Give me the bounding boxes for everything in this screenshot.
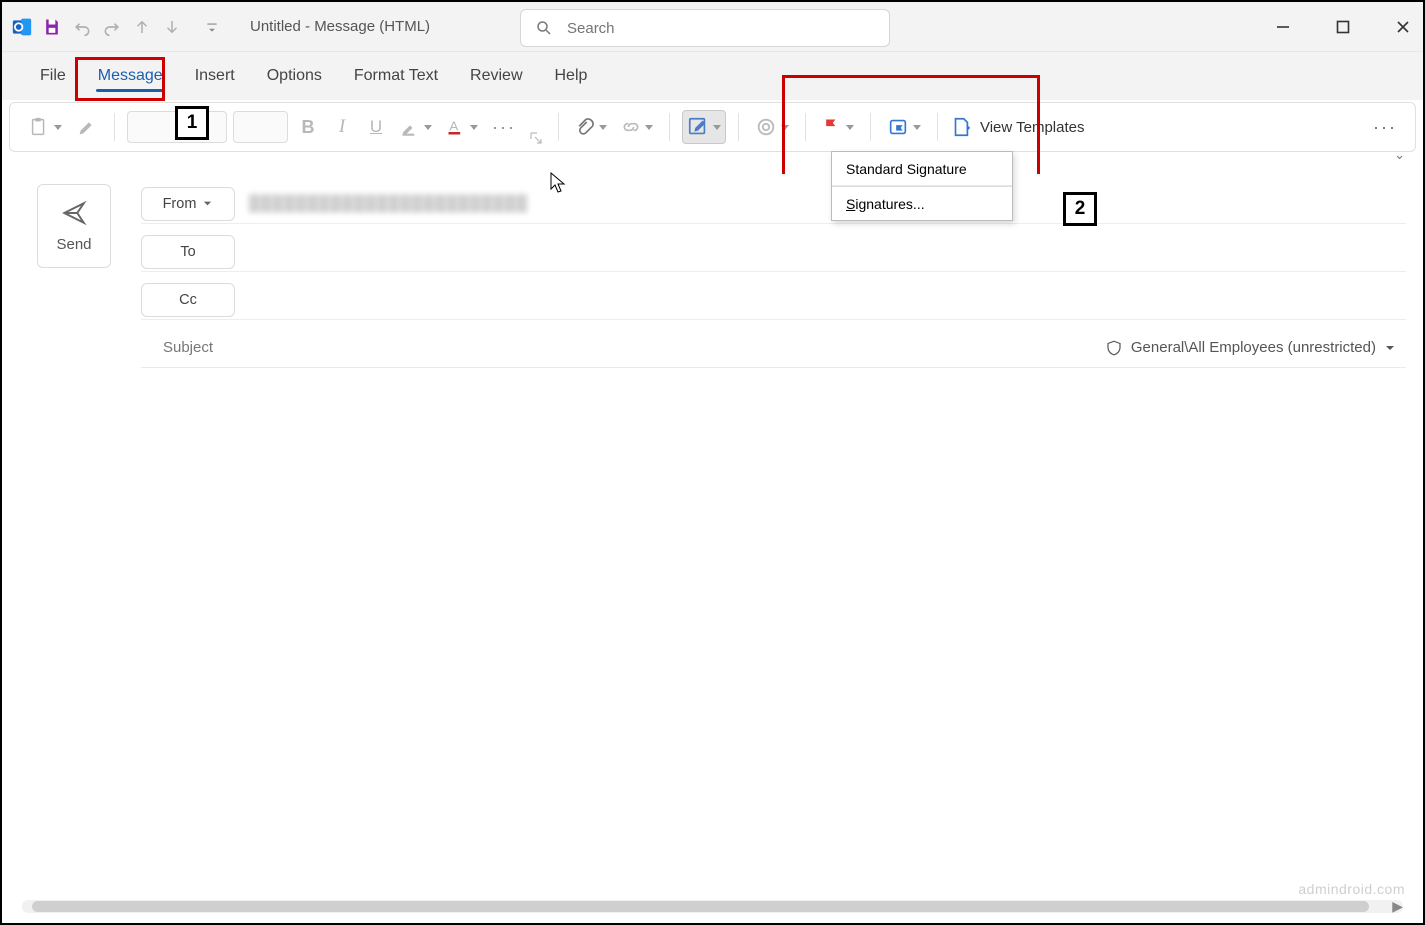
link-button[interactable] xyxy=(617,110,657,144)
tab-insert[interactable]: Insert xyxy=(179,59,251,93)
window-title: Untitled - Message (HTML) xyxy=(250,18,430,35)
chevron-down-icon xyxy=(1384,342,1396,354)
signature-button[interactable] xyxy=(682,110,726,144)
tab-format-text[interactable]: Format Text xyxy=(338,59,454,93)
arrow-down-icon[interactable] xyxy=(162,17,182,37)
ribbon-more-icon[interactable]: ··· xyxy=(1369,110,1401,144)
save-icon[interactable] xyxy=(42,17,62,37)
tab-review[interactable]: Review xyxy=(454,59,538,93)
follow-up-flag-button[interactable] xyxy=(818,110,858,144)
quick-access-toolbar xyxy=(12,17,222,37)
menu-tabs: File Message Insert Options Format Text … xyxy=(2,52,1423,100)
more-format-icon[interactable]: ··· xyxy=(488,110,520,144)
scroll-right-icon[interactable]: ▶ xyxy=(1392,898,1403,915)
font-size-select[interactable] xyxy=(233,111,288,143)
paste-button[interactable] xyxy=(24,110,66,144)
tab-message[interactable]: Message xyxy=(82,59,179,93)
view-templates-label: View Templates xyxy=(980,119,1085,136)
to-button[interactable]: To xyxy=(141,235,235,269)
loop-button[interactable] xyxy=(751,110,793,144)
qat-customize-icon[interactable] xyxy=(202,17,222,37)
highlight-button[interactable] xyxy=(396,110,436,144)
italic-button[interactable]: I xyxy=(328,110,356,144)
send-button[interactable]: Send xyxy=(37,184,111,268)
font-color-button[interactable]: A xyxy=(442,110,482,144)
send-label: Send xyxy=(56,236,91,253)
svg-text:A: A xyxy=(449,118,458,133)
shield-icon xyxy=(1105,339,1123,357)
message-body[interactable] xyxy=(31,368,1406,798)
subject-label: Subject xyxy=(141,339,235,356)
ribbon-collapse-icon[interactable]: ⌄ xyxy=(1394,147,1405,163)
tab-help[interactable]: Help xyxy=(539,59,604,93)
title-bar: Untitled - Message (HTML) xyxy=(2,2,1423,52)
font-dialog-launcher-icon[interactable] xyxy=(530,132,546,148)
from-address: ████████████████████████ xyxy=(249,195,528,212)
horizontal-scrollbar[interactable]: ▶ xyxy=(22,900,1403,913)
tab-options[interactable]: Options xyxy=(251,59,338,93)
underline-button[interactable]: U xyxy=(362,110,390,144)
ribbon-toolbar: B I U A ··· xyxy=(9,102,1416,152)
format-painter-button[interactable] xyxy=(72,110,102,144)
signature-dropdown: Standard Signature Signatures... xyxy=(831,151,1013,221)
watermark: admindroid.com xyxy=(1298,881,1405,897)
bold-button[interactable]: B xyxy=(294,110,322,144)
compose-area: Send From ████████████████████████ To Cc… xyxy=(9,174,1416,798)
minimize-icon[interactable] xyxy=(1271,15,1295,39)
outlook-icon xyxy=(12,17,32,37)
tab-file[interactable]: File xyxy=(24,59,82,93)
sensitivity-indicator[interactable]: General\All Employees (unrestricted) xyxy=(1105,339,1406,357)
window-controls xyxy=(1271,2,1415,52)
undo-icon[interactable] xyxy=(72,17,92,37)
search-input[interactable] xyxy=(567,20,875,37)
arrow-up-icon[interactable] xyxy=(132,17,152,37)
scrollbar-thumb[interactable] xyxy=(32,901,1369,912)
view-templates-button[interactable]: View Templates xyxy=(950,116,1085,138)
sensitivity-label: General\All Employees (unrestricted) xyxy=(1131,339,1376,356)
redo-icon[interactable] xyxy=(102,17,122,37)
attach-file-button[interactable] xyxy=(571,110,611,144)
close-icon[interactable] xyxy=(1391,15,1415,39)
signature-item-standard[interactable]: Standard Signature xyxy=(832,152,1012,186)
search-box[interactable] xyxy=(520,9,890,47)
cc-button[interactable]: Cc xyxy=(141,283,235,317)
maximize-icon[interactable] xyxy=(1331,15,1355,39)
font-family-select[interactable] xyxy=(127,111,227,143)
from-button[interactable]: From xyxy=(141,187,235,221)
sensitivity-button[interactable] xyxy=(883,110,925,144)
signature-item-signatures[interactable]: Signatures... xyxy=(832,186,1012,220)
search-icon xyxy=(535,19,553,37)
